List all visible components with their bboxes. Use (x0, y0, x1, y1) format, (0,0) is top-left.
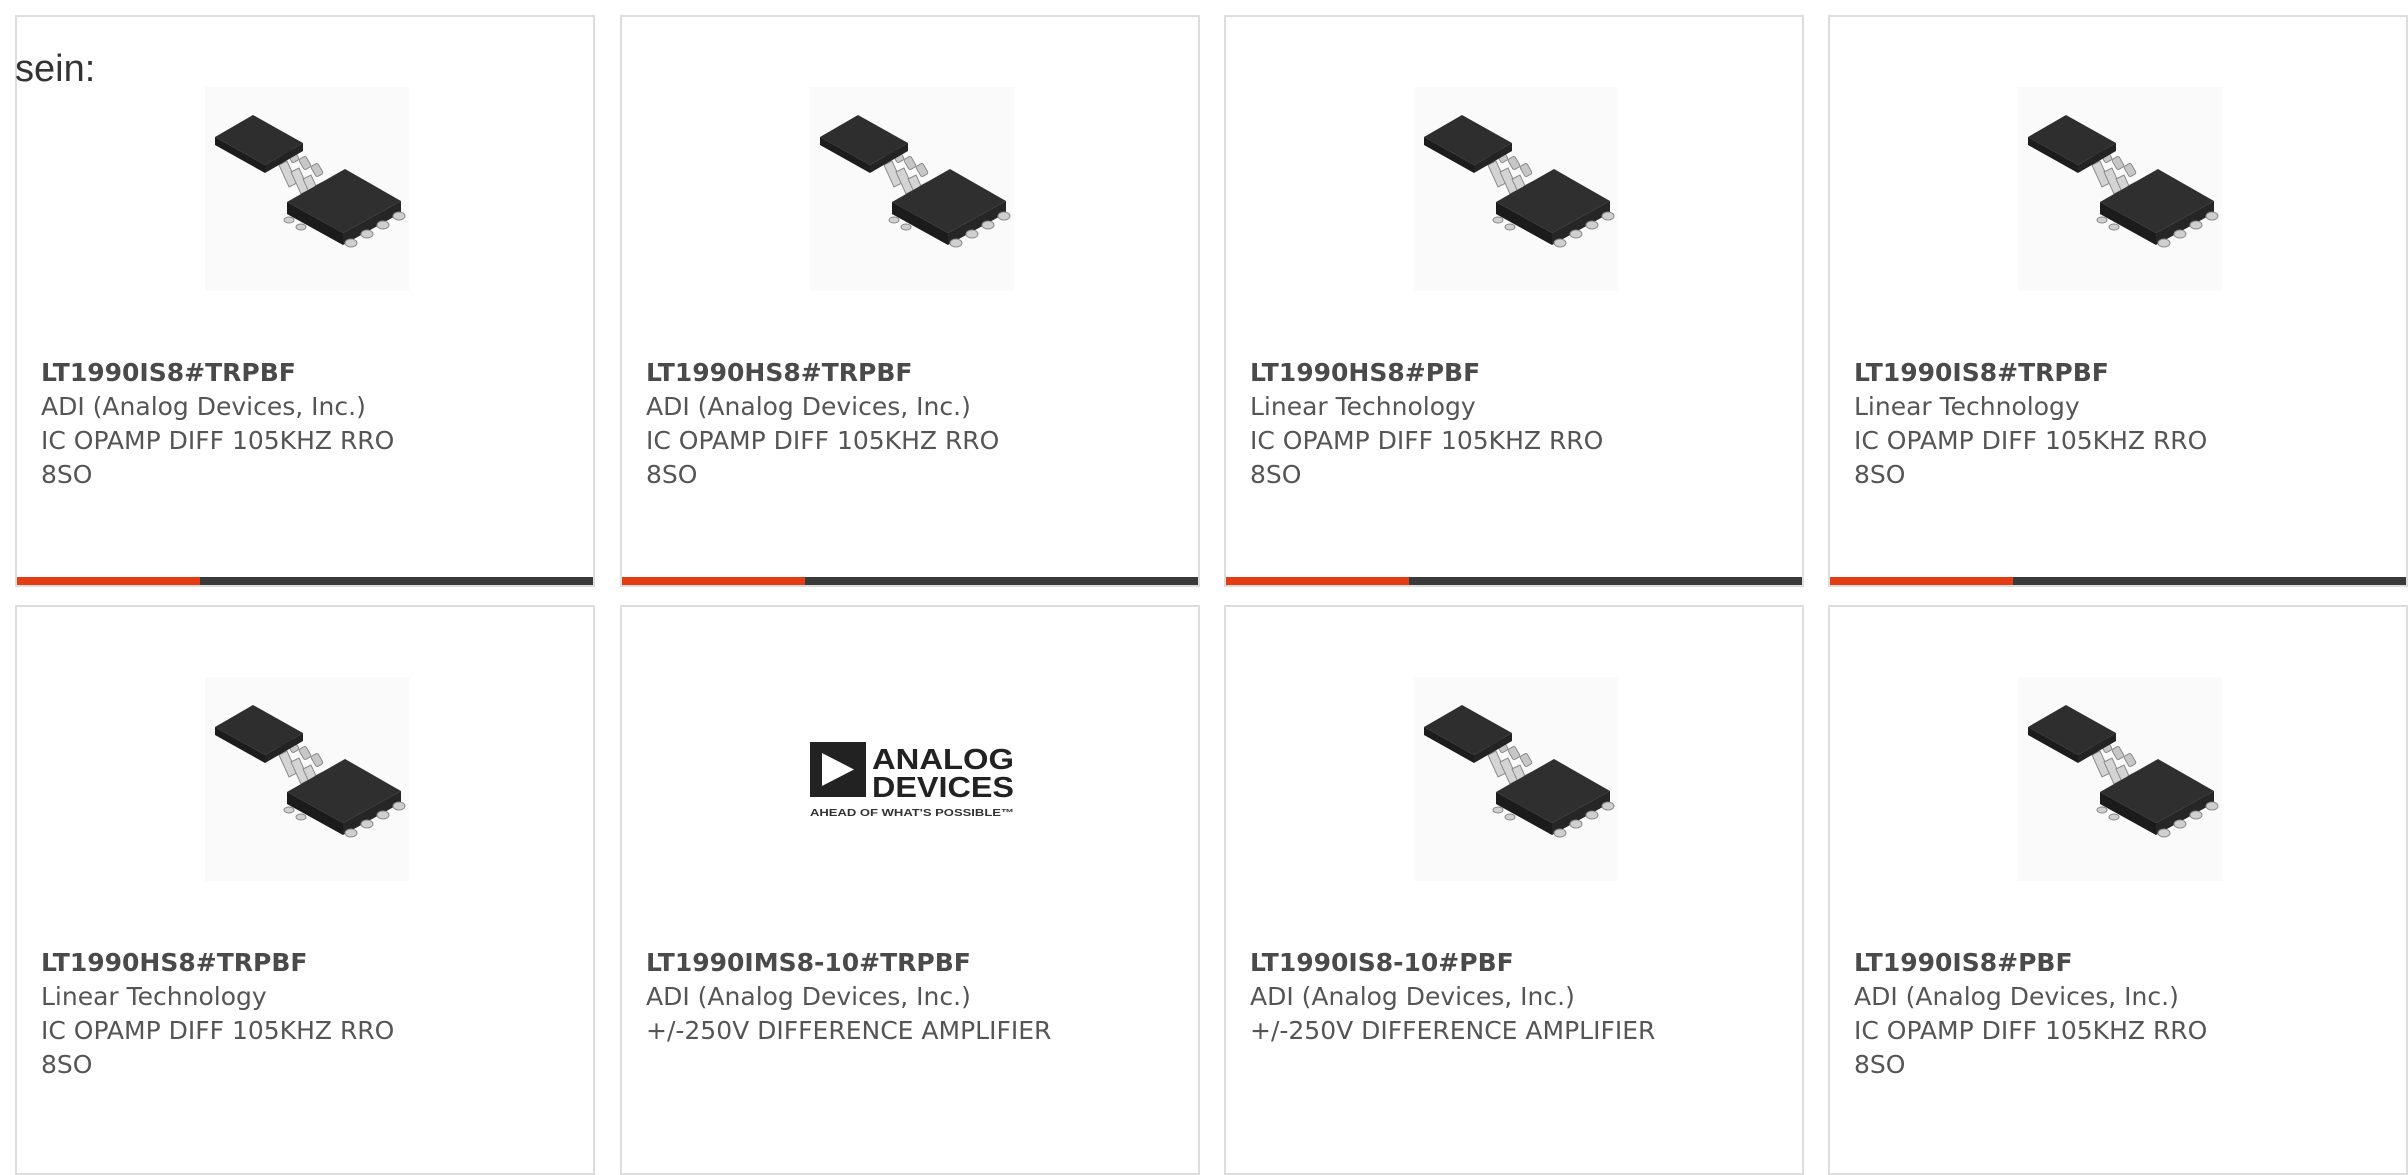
page-intro-text: sein: (15, 48, 96, 90)
manufacturer: ADI (Analog Devices, Inc.) (41, 392, 366, 421)
so8-chip-icon (2027, 114, 2219, 248)
product-info: LT1990HS8#TRPBF ADI (Analog Devices, Inc… (646, 356, 1066, 492)
so8-chip-icon (214, 704, 406, 838)
product-image[interactable] (205, 87, 409, 291)
product-image[interactable] (1414, 87, 1618, 291)
so8-chip-icon (1423, 704, 1615, 838)
card-bottom-bar (1830, 577, 2406, 585)
logo-line2: DEVICES (872, 772, 1014, 804)
product-image[interactable] (205, 677, 409, 881)
card-bottom-bar (17, 577, 593, 585)
product-image[interactable] (810, 87, 1014, 291)
product-info: LT1990IS8#PBF ADI (Analog Devices, Inc.)… (1854, 946, 2274, 1082)
package: 8SO (1250, 460, 1302, 489)
description: IC OPAMP DIFF 105KHZ RRO (41, 426, 395, 455)
card-bar-accent (622, 577, 805, 585)
part-number-link[interactable]: LT1990HS8#PBF (1250, 356, 1670, 390)
analog-devices-logo: ANALOG DEVICES AHEAD OF WHAT'S POSSIBLE™ (810, 742, 1014, 819)
product-info: LT1990IS8#TRPBF ADI (Analog Devices, Inc… (41, 356, 461, 492)
product-card[interactable]: LT1990IS8#PBF ADI (Analog Devices, Inc.)… (1828, 605, 2408, 1175)
manufacturer: ADI (Analog Devices, Inc.) (1854, 982, 2179, 1011)
description: IC OPAMP DIFF 105KHZ RRO (1854, 426, 2208, 455)
package: 8SO (1854, 460, 1906, 489)
card-bar-accent (1226, 577, 1409, 585)
product-card[interactable]: LT1990IS8#TRPBF Linear Technology IC OPA… (1828, 15, 2408, 587)
part-number-link[interactable]: LT1990HS8#TRPBF (646, 356, 1066, 390)
package: 8SO (1854, 1050, 1906, 1079)
description: +/-250V DIFFERENCE AMPLIFIER (646, 1016, 1052, 1045)
part-number-link[interactable]: LT1990IMS8-10#TRPBF (646, 946, 1066, 980)
manufacturer: ADI (Analog Devices, Inc.) (646, 982, 971, 1011)
description: IC OPAMP DIFF 105KHZ RRO (646, 426, 1000, 455)
manufacturer: Linear Technology (41, 982, 267, 1011)
product-info: LT1990HS8#PBF Linear Technology IC OPAMP… (1250, 356, 1670, 492)
card-bar-accent (17, 577, 200, 585)
description: IC OPAMP DIFF 105KHZ RRO (41, 1016, 395, 1045)
part-number-link[interactable]: LT1990HS8#TRPBF (41, 946, 461, 980)
manufacturer: Linear Technology (1250, 392, 1476, 421)
product-image[interactable] (2018, 87, 2222, 291)
part-number-link[interactable]: LT1990IS8#TRPBF (1854, 356, 2274, 390)
description: IC OPAMP DIFF 105KHZ RRO (1250, 426, 1604, 455)
product-info: LT1990IS8-10#PBF ADI (Analog Devices, In… (1250, 946, 1670, 1048)
part-number-link[interactable]: LT1990IS8-10#PBF (1250, 946, 1670, 980)
card-bar-accent (1830, 577, 2013, 585)
product-card[interactable]: LT1990HS8#TRPBF Linear Technology IC OPA… (15, 605, 595, 1175)
part-number-link[interactable]: LT1990IS8#PBF (1854, 946, 2274, 980)
manufacturer: ADI (Analog Devices, Inc.) (646, 392, 971, 421)
product-image[interactable] (1414, 677, 1618, 881)
part-number-link[interactable]: LT1990IS8#TRPBF (41, 356, 461, 390)
card-bottom-bar (622, 577, 1198, 585)
package: 8SO (41, 1050, 93, 1079)
product-card[interactable]: LT1990IS8-10#PBF ADI (Analog Devices, In… (1224, 605, 1804, 1175)
card-bottom-bar (1226, 577, 1802, 585)
so8-chip-icon (1423, 114, 1615, 248)
package: 8SO (646, 460, 698, 489)
product-card[interactable]: LT1990HS8#TRPBF ADI (Analog Devices, Inc… (620, 15, 1200, 587)
package: 8SO (41, 460, 93, 489)
so8-chip-icon (819, 114, 1011, 248)
description: IC OPAMP DIFF 105KHZ RRO (1854, 1016, 2208, 1045)
so8-chip-icon (214, 114, 406, 248)
logo-tagline: AHEAD OF WHAT'S POSSIBLE™ (810, 808, 1014, 819)
product-card[interactable]: LT1990HS8#PBF Linear Technology IC OPAMP… (1224, 15, 1804, 587)
product-info: LT1990IS8#TRPBF Linear Technology IC OPA… (1854, 356, 2274, 492)
product-info: LT1990IMS8-10#TRPBF ADI (Analog Devices,… (646, 946, 1066, 1048)
product-card[interactable]: LT1990IS8#TRPBF ADI (Analog Devices, Inc… (15, 15, 595, 587)
manufacturer: ADI (Analog Devices, Inc.) (1250, 982, 1575, 1011)
manufacturer: Linear Technology (1854, 392, 2080, 421)
so8-chip-icon (2027, 704, 2219, 838)
product-info: LT1990HS8#TRPBF Linear Technology IC OPA… (41, 946, 461, 1082)
product-image[interactable] (2018, 677, 2222, 881)
description: +/-250V DIFFERENCE AMPLIFIER (1250, 1016, 1656, 1045)
product-card[interactable]: ANALOG DEVICES AHEAD OF WHAT'S POSSIBLE™… (620, 605, 1200, 1175)
product-image[interactable]: ANALOG DEVICES AHEAD OF WHAT'S POSSIBLE™ (810, 677, 1014, 881)
